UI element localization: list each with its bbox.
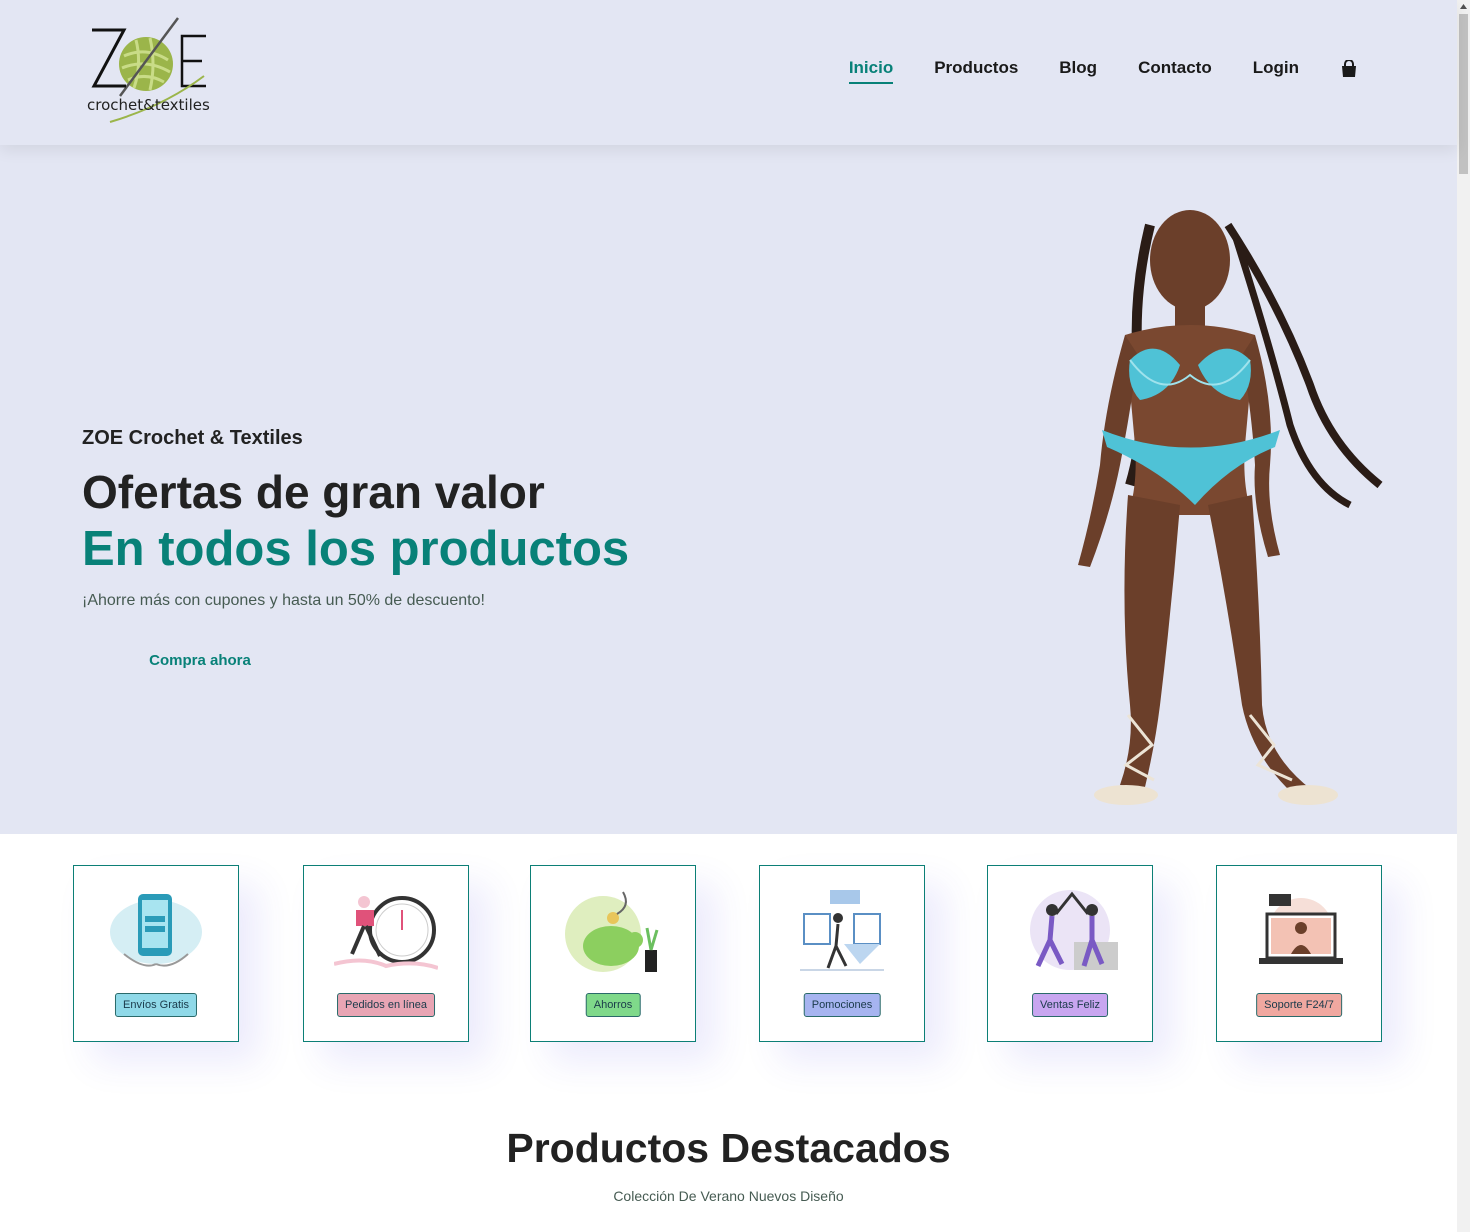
featured-products-subtitle: Colección De Verano Nuevos Diseño [613,1188,844,1204]
piggy-bank-icon [565,891,659,972]
feature-label: Pedidos en línea [337,993,435,1017]
hero-description: ¡Ahorre más con cupones y hasta un 50% d… [82,592,485,609]
shop-now-button[interactable]: Compra ahora [82,638,318,682]
nav-contacto[interactable]: Contacto [1138,58,1212,83]
feature-label: Pomociones [803,993,881,1017]
feature-card[interactable]: Pedidos en línea [303,865,469,1042]
nav-inicio[interactable]: Inicio [848,58,894,84]
site-header: crochet&textiles Inicio Productos Blog C… [0,0,1457,145]
main-nav: Inicio Productos Blog Contacto Login [808,58,1357,84]
featured-products-title: Productos Destacados [506,1125,951,1171]
features-section: Envíos Gratis Pedidos en línea Ahorros P… [0,834,1457,1094]
feature-label: Envíos Gratis [114,993,198,1017]
feature-label: Soporte F24/7 [1256,993,1342,1017]
support-laptop-icon [1259,894,1343,964]
scroll-up-arrow-icon[interactable] [1459,2,1468,11]
feature-card[interactable]: Ventas Feliz [987,865,1153,1042]
feature-card[interactable]: Pomociones [759,865,925,1042]
scrollbar-thumb[interactable] [1459,14,1468,174]
nav-login[interactable]: Login [1253,58,1299,83]
hero-subtitle: ZOE Crochet & Textiles [82,427,303,449]
hero-title: Ofertas de gran valor [82,466,545,518]
svg-text:crochet&textiles: crochet&textiles [87,96,210,114]
mobile-delivery-icon [110,894,202,967]
model-image [1078,210,1383,805]
feature-card[interactable]: Soporte F24/7 [1216,865,1382,1042]
hero-section: ZOE Crochet & Textiles Ofertas de gran v… [0,145,1457,834]
feature-label: Ahorros [585,993,641,1017]
nav-blog[interactable]: Blog [1059,58,1097,83]
hero-title-highlight: En todos los productos [82,522,630,576]
happy-sales-icon [1030,890,1118,970]
zoe-logo[interactable]: crochet&textiles [84,16,220,126]
shopping-bag-icon[interactable] [1341,59,1357,78]
online-order-clock-icon [334,896,438,970]
promotions-icon [800,890,884,971]
page-scrollbar[interactable] [1457,0,1470,1232]
nav-productos[interactable]: Productos [934,58,1018,83]
feature-card[interactable]: Envíos Gratis [73,865,239,1042]
feature-card[interactable]: Ahorros [530,865,696,1042]
feature-label: Ventas Feliz [1032,993,1108,1017]
